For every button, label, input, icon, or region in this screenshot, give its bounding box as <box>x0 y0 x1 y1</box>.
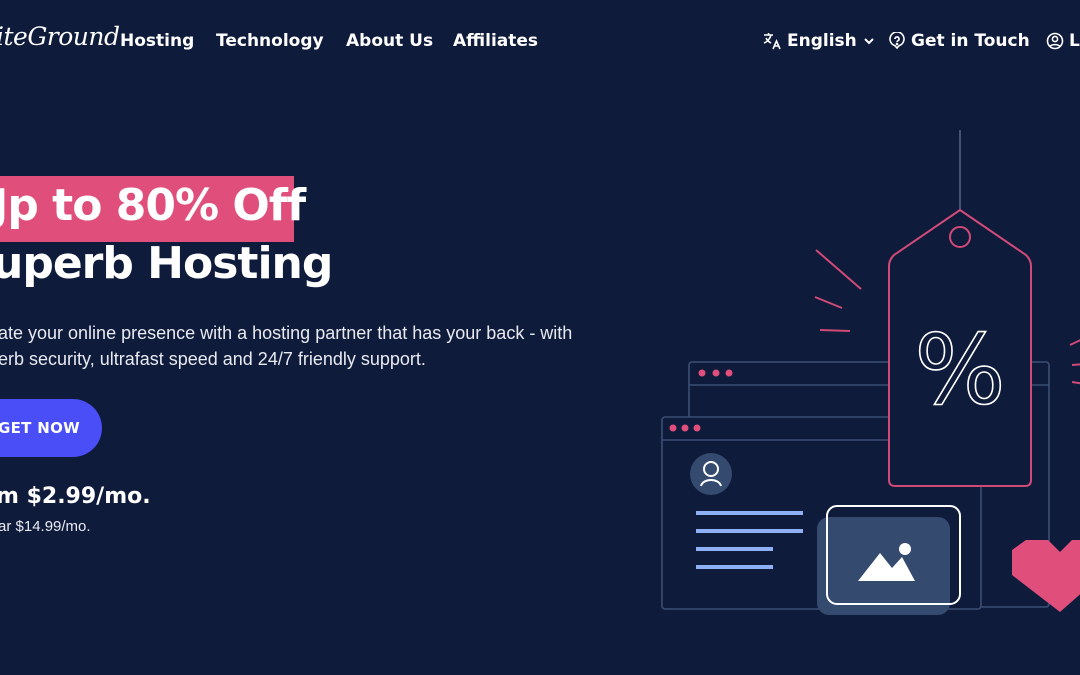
nav-item-technology[interactable]: Technology <box>216 31 324 51</box>
login-link[interactable]: Lo <box>1046 31 1080 51</box>
siteground-logo[interactable]: iteGround <box>0 22 120 51</box>
get-now-label[interactable]: GET NOW <box>0 419 80 437</box>
price-tag-icon: % <box>888 208 1032 487</box>
regular-price: ar $14.99/mo. <box>0 518 91 535</box>
help-bubble-icon <box>888 32 906 50</box>
image-icon <box>817 505 961 615</box>
translate-icon <box>762 31 782 51</box>
top-navigation: iteGround Hosting Technology About Us Af… <box>0 0 1080 84</box>
user-circle-icon <box>1046 32 1064 50</box>
hero-description: ate your online presence with a hosting … <box>0 323 573 369</box>
hero-illustration: % <box>661 130 1080 615</box>
promo-heading: Jp to 80% Off <box>0 180 306 231</box>
language-label: English <box>787 31 857 51</box>
chevron-down-icon <box>862 34 876 48</box>
nav-item-hosting[interactable]: Hosting <box>120 31 194 51</box>
percent-symbol: % <box>914 314 1005 426</box>
hero-headline: uperb Hosting <box>0 238 333 289</box>
get-in-touch-label: Get in Touch <box>911 31 1030 51</box>
nav-item-affiliates[interactable]: Affiliates <box>453 31 538 51</box>
user-avatar-icon <box>690 453 732 495</box>
nav-item-about-us[interactable]: About Us <box>346 31 433 51</box>
login-label: Lo <box>1069 31 1080 51</box>
starting-price: m $2.99/mo. <box>0 484 151 509</box>
get-in-touch-link[interactable]: Get in Touch <box>888 31 1030 51</box>
language-selector[interactable]: English <box>762 31 876 51</box>
